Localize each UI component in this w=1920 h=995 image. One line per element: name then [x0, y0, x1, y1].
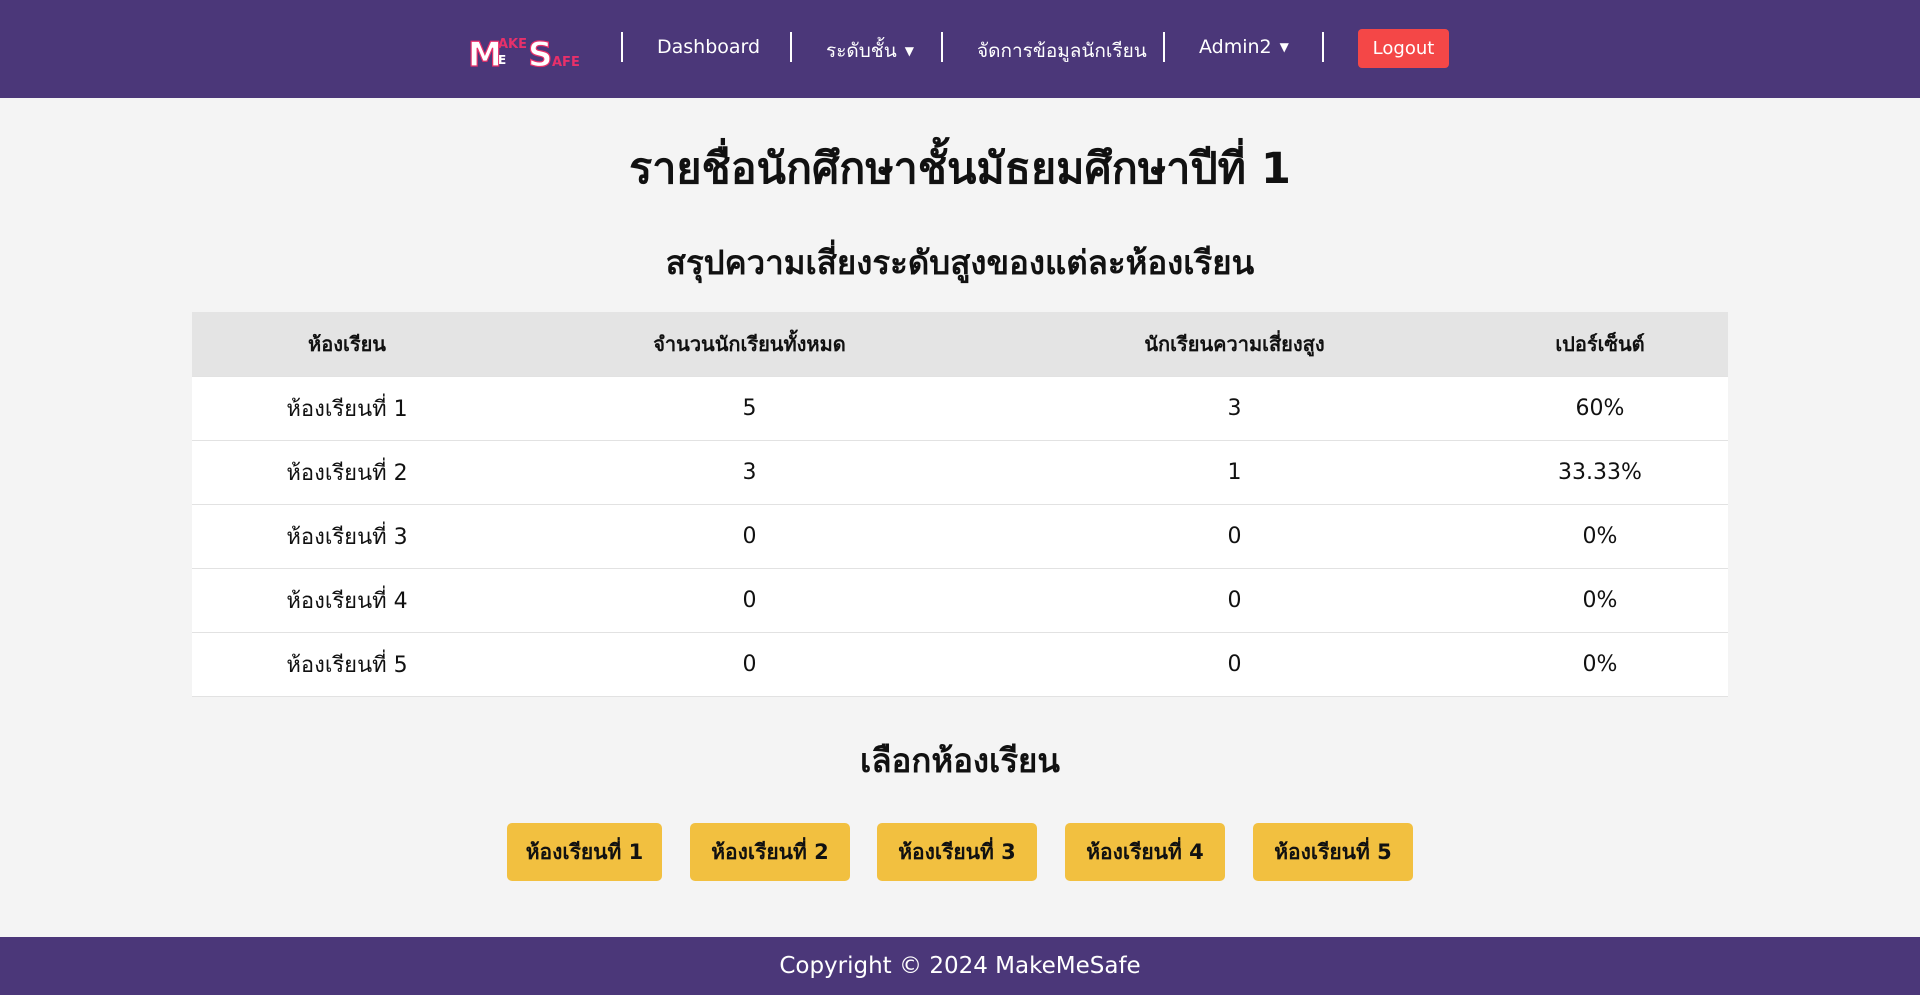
cell-total-students: 0: [502, 632, 997, 697]
svg-text:AFE: AFE: [552, 55, 580, 70]
column-header-classroom: ห้องเรียน: [192, 312, 502, 377]
classroom-3-button[interactable]: ห้องเรียนที่ 3: [877, 823, 1037, 881]
nav-divider: [1163, 32, 1165, 62]
cell-high-risk-students: 0: [997, 632, 1472, 697]
cell-classroom: ห้องเรียนที่ 2: [192, 440, 502, 505]
cell-total-students: 0: [502, 504, 997, 569]
summary-title: สรุปความเสี่ยงระดับสูงของแต่ละห้องเรียน: [665, 243, 1255, 282]
makemesafe-logo[interactable]: M AKE E S AFE: [468, 33, 582, 71]
cell-classroom: ห้องเรียนที่ 4: [192, 568, 502, 633]
cell-percent: 0%: [1472, 504, 1728, 569]
top-navbar: M AKE E S AFE Dashboard ระดับชั้น ▼ จัดกา…: [0, 0, 1920, 98]
nav-divider: [941, 32, 943, 62]
page-title: รายชื่อนักศึกษาชั้นมัธยมศึกษาปีที่ 1: [629, 144, 1291, 194]
logout-button[interactable]: Logout: [1358, 29, 1449, 68]
footer: Copyright © 2024 MakeMeSafe: [0, 937, 1920, 995]
cell-total-students: 5: [502, 376, 997, 441]
cell-percent: 0%: [1472, 632, 1728, 697]
nav-divider: [621, 32, 623, 62]
classroom-1-button[interactable]: ห้องเรียนที่ 1: [507, 823, 662, 881]
cell-high-risk-students: 3: [997, 376, 1472, 441]
table-header-row: ห้องเรียน จำนวนนักเรียนทั้งหมด นักเรียนค…: [192, 312, 1728, 377]
select-classroom-title: เลือกห้องเรียน: [860, 741, 1060, 780]
column-header-total-students: จำนวนนักเรียนทั้งหมด: [502, 312, 997, 377]
nav-level-label: ระดับชั้น: [826, 40, 897, 62]
column-header-high-risk-students: นักเรียนความเสี่ยงสูง: [997, 312, 1472, 377]
cell-total-students: 3: [502, 440, 997, 505]
table-row: ห้องเรียนที่ 2 3 1 33.33%: [192, 440, 1728, 505]
svg-text:M: M: [468, 35, 502, 71]
cell-percent: 60%: [1472, 376, 1728, 441]
nav-dashboard-link[interactable]: Dashboard: [657, 36, 760, 58]
cell-total-students: 0: [502, 568, 997, 633]
nav-admin-dropdown[interactable]: Admin2 ▼: [1199, 36, 1289, 58]
svg-text:E: E: [498, 53, 506, 67]
cell-classroom: ห้องเรียนที่ 3: [192, 504, 502, 569]
nav-divider: [1322, 32, 1324, 62]
copyright-text: Copyright © 2024 MakeMeSafe: [779, 953, 1141, 979]
classroom-2-button[interactable]: ห้องเรียนที่ 2: [690, 823, 850, 881]
caret-down-icon: ▼: [904, 44, 914, 58]
cell-percent: 0%: [1472, 568, 1728, 633]
nav-manage-students-link[interactable]: จัดการข้อมูลนักเรียน: [977, 36, 1147, 66]
cell-classroom: ห้องเรียนที่ 1: [192, 376, 502, 441]
cell-high-risk-students: 0: [997, 504, 1472, 569]
table-row: ห้องเรียนที่ 4 0 0 0%: [192, 568, 1728, 633]
classroom-5-button[interactable]: ห้องเรียนที่ 5: [1253, 823, 1413, 881]
svg-text:AKE: AKE: [498, 37, 527, 52]
svg-text:S: S: [528, 35, 553, 71]
nav-divider: [790, 32, 792, 62]
nav-admin-label: Admin2: [1199, 36, 1272, 58]
risk-summary-table: ห้องเรียน จำนวนนักเรียนทั้งหมด นักเรียนค…: [192, 312, 1728, 697]
cell-percent: 33.33%: [1472, 440, 1728, 505]
table-row: ห้องเรียนที่ 3 0 0 0%: [192, 504, 1728, 569]
table-row: ห้องเรียนที่ 5 0 0 0%: [192, 632, 1728, 697]
classroom-4-button[interactable]: ห้องเรียนที่ 4: [1065, 823, 1225, 881]
nav-level-dropdown[interactable]: ระดับชั้น ▼: [826, 36, 914, 66]
table-row: ห้องเรียนที่ 1 5 3 60%: [192, 376, 1728, 441]
caret-down-icon: ▼: [1279, 40, 1289, 54]
cell-high-risk-students: 1: [997, 440, 1472, 505]
column-header-percent: เปอร์เซ็นต์: [1472, 312, 1728, 377]
cell-classroom: ห้องเรียนที่ 5: [192, 632, 502, 697]
cell-high-risk-students: 0: [997, 568, 1472, 633]
